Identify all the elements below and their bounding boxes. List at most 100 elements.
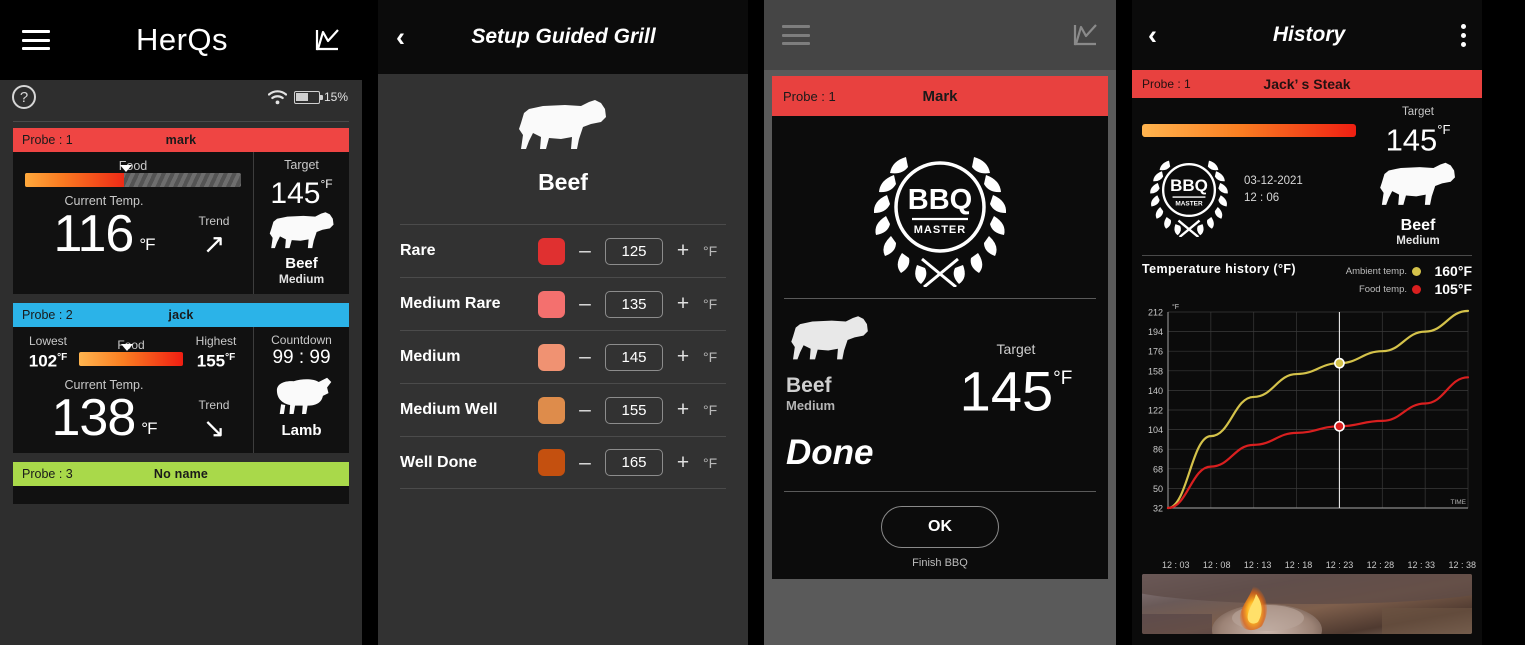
bbq-master-laurel-badge-icon: BBQ MASTER xyxy=(772,116,1108,298)
setup-title: Setup Guided Grill xyxy=(471,25,656,48)
history-doneness: Medium xyxy=(1396,235,1440,248)
history-summary: BBQ MASTER 03-12-2021 12 : 06 Target 145… xyxy=(1132,98,1482,253)
svg-text:176: 176 xyxy=(1148,347,1163,357)
probe-card-3[interactable]: Probe : 3 No name xyxy=(13,461,349,504)
level-color-swatch[interactable] xyxy=(538,290,565,318)
chevron-left-icon[interactable]: ‹ xyxy=(396,23,405,51)
temperature-history-chart[interactable]: 32 50 68 86 104 122 140 158 176 194 212 °F TIME xyxy=(1138,300,1476,560)
increment-button[interactable]: + xyxy=(673,345,693,369)
increment-button[interactable]: + xyxy=(673,451,693,475)
decrement-button[interactable]: – xyxy=(575,292,595,316)
dialog-target-label: Target xyxy=(996,341,1036,357)
dialog-result: Beef Medium Done Target 145°F xyxy=(772,299,1108,491)
history-probe-name: Jack’ s Steak xyxy=(1263,76,1351,92)
doneness-row-medium-rare[interactable]: Medium Rare – 135 + °F xyxy=(400,277,726,330)
svg-text:140: 140 xyxy=(1148,386,1163,396)
history-date: 03-12-2021 xyxy=(1244,175,1303,187)
chevron-left-icon[interactable]: ‹ xyxy=(1148,21,1157,49)
probe-2-countdown-label: Countdown xyxy=(271,333,332,347)
app-brand-title: HerQs xyxy=(135,22,229,57)
decrement-button[interactable]: – xyxy=(575,345,595,369)
svg-text:TIME: TIME xyxy=(1450,499,1466,506)
done-dialog: Probe : 1 Mark BBQ MASTER Beef Medium Do… xyxy=(772,76,1108,579)
level-color-swatch[interactable] xyxy=(538,343,565,371)
temperature-input[interactable]: 155 xyxy=(605,396,663,424)
level-color-swatch[interactable] xyxy=(538,449,565,476)
probe-2-highest-unit: °F xyxy=(225,352,236,363)
history-progress-gauge xyxy=(1142,124,1356,137)
history-time: 12 : 06 xyxy=(1244,192,1280,204)
unit-label: °F xyxy=(703,349,718,365)
panel-gap xyxy=(1116,0,1132,645)
level-color-swatch[interactable] xyxy=(538,237,565,265)
chart-header: Temperature history (°F) Ambient temp. 1… xyxy=(1132,256,1482,298)
probe-1-trend-label: Trend xyxy=(198,214,230,228)
svg-text:50: 50 xyxy=(1153,484,1163,494)
svg-text:212: 212 xyxy=(1148,308,1163,318)
doneness-row-rare[interactable]: Rare – 125 + °F xyxy=(400,224,726,277)
doneness-row-medium[interactable]: Medium – 145 + °F xyxy=(400,330,726,383)
temperature-input[interactable]: 125 xyxy=(605,237,663,265)
history-probe-bar: Probe : 1 Jack’ s Steak xyxy=(1132,70,1482,98)
probe-1-target-label: Target xyxy=(284,158,319,172)
svg-text:68: 68 xyxy=(1153,465,1163,475)
level-label: Medium Rare xyxy=(400,295,501,312)
probe-1-food-marker xyxy=(120,165,133,172)
chart-x-axis-ticks: 12 : 03 12 : 08 12 : 13 12 : 18 12 : 23 12 : … xyxy=(1132,560,1482,570)
kebab-menu-icon[interactable] xyxy=(1461,23,1466,47)
question-mark-icon[interactable]: ? xyxy=(12,85,36,109)
probe-2-trend-label: Trend xyxy=(198,397,230,412)
probe-1-target-unit: °F xyxy=(320,177,333,191)
doneness-row-medium-well[interactable]: Medium Well – 155 + °F xyxy=(400,383,726,436)
probe-card-2[interactable]: Probe : 2 jack Lowest 102°F Food Highest… xyxy=(13,303,349,453)
panel-setup-guided-grill: ‹ Setup Guided Grill Beef Rare – 125 + °… xyxy=(378,0,748,645)
hamburger-icon[interactable] xyxy=(782,25,810,45)
svg-text:86: 86 xyxy=(1153,445,1163,455)
svg-text:158: 158 xyxy=(1148,367,1163,377)
increment-button[interactable]: + xyxy=(673,398,693,422)
decrement-button[interactable]: – xyxy=(575,451,595,475)
cow-icon xyxy=(1380,163,1455,206)
temperature-input[interactable]: 145 xyxy=(605,343,663,371)
increment-button[interactable]: + xyxy=(673,292,693,316)
level-color-swatch[interactable] xyxy=(538,396,565,424)
line-chart-icon[interactable] xyxy=(1072,23,1098,47)
probe-2-lowest-label: Lowest xyxy=(28,334,68,348)
dialog-status: Done xyxy=(786,433,874,472)
history-meat: Beef xyxy=(1400,217,1436,235)
increment-button[interactable]: + xyxy=(673,239,693,263)
decrement-button[interactable]: – xyxy=(575,398,595,422)
probe-2-header[interactable]: Probe : 2 jack xyxy=(13,303,349,327)
probe-2-name: jack xyxy=(168,308,194,322)
svg-text:104: 104 xyxy=(1148,425,1163,435)
temperature-input[interactable]: 165 xyxy=(605,449,663,476)
dashboard-header: HerQs xyxy=(0,0,362,80)
ok-button[interactable]: OK xyxy=(881,506,999,548)
temperature-input[interactable]: 135 xyxy=(605,290,663,318)
decrement-button[interactable]: – xyxy=(575,239,595,263)
svg-text:°F: °F xyxy=(1172,303,1179,311)
cow-icon xyxy=(269,212,334,249)
probe-card-1[interactable]: Probe : 1 mark Food Current Temp. 116 °F… xyxy=(13,128,349,294)
history-header: ‹ History xyxy=(1132,0,1482,70)
setup-meat-name: Beef xyxy=(538,169,588,195)
svg-text:32: 32 xyxy=(1153,504,1163,514)
legend-label: Ambient temp. xyxy=(1345,265,1407,277)
line-chart-icon[interactable] xyxy=(314,28,340,52)
probe-2-food-marker xyxy=(120,344,133,352)
probe-2-countdown-value: 99 : 99 xyxy=(272,347,331,368)
x-axis-tick: 12 : 23 xyxy=(1325,560,1354,571)
svg-text:MASTER: MASTER xyxy=(1175,200,1203,207)
probe-3-header[interactable]: Probe : 3 No name xyxy=(13,461,349,486)
svg-text:MASTER: MASTER xyxy=(914,224,966,236)
level-label: Medium xyxy=(400,348,461,365)
x-axis-tick: 12 : 08 xyxy=(1202,560,1231,571)
probe-1-doneness: Medium xyxy=(278,272,325,286)
probe-2-lowest-value: 102 xyxy=(28,351,58,371)
panel-gap xyxy=(362,0,378,645)
cow-icon xyxy=(519,100,606,149)
hamburger-icon[interactable] xyxy=(22,30,50,50)
legend-color-dot xyxy=(1412,266,1421,276)
probe-1-header[interactable]: Probe : 1 mark xyxy=(13,128,349,152)
doneness-row-well-done[interactable]: Well Done – 165 + °F xyxy=(400,436,726,489)
